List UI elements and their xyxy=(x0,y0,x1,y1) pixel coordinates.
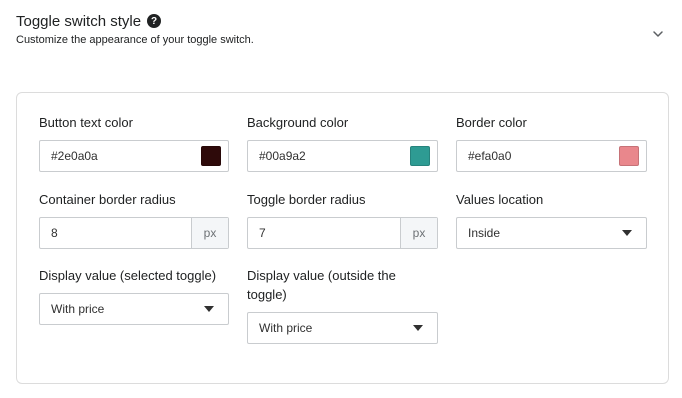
border-color-field: Border color xyxy=(456,113,646,132)
border-color-swatch[interactable] xyxy=(619,146,639,166)
display-value-selected-selected: With price xyxy=(51,302,105,316)
container-border-radius-field: Container border radius xyxy=(39,190,229,209)
display-value-outside-label-line2: toggle) xyxy=(247,287,287,302)
background-color-field: Background color xyxy=(247,113,437,132)
caret-down-icon xyxy=(622,230,632,236)
container-border-radius-value: 8 xyxy=(51,226,58,240)
display-value-selected-label: Display value (selected toggle) xyxy=(39,268,217,283)
chevron-down-icon[interactable] xyxy=(652,28,664,40)
toggle-border-radius-input[interactable]: 7 px xyxy=(247,217,438,249)
caret-down-icon xyxy=(204,306,214,312)
border-color-label: Border color xyxy=(456,115,527,130)
display-value-outside-field: Display value (outside the toggle) xyxy=(247,266,438,304)
display-value-selected-field: Display value (selected toggle) xyxy=(39,266,239,285)
settings-card: Button text color #2e0a0a Background col… xyxy=(16,92,669,384)
values-location-select[interactable]: Inside xyxy=(456,217,647,249)
values-location-selected: Inside xyxy=(468,226,501,240)
toggle-border-radius-label: Toggle border radius xyxy=(247,192,366,207)
button-text-color-value: #2e0a0a xyxy=(51,149,98,163)
toggle-border-radius-unit: px xyxy=(400,218,437,248)
button-text-color-input[interactable]: #2e0a0a xyxy=(39,140,229,172)
container-border-radius-input[interactable]: 8 px xyxy=(39,217,229,249)
button-text-color-label: Button text color xyxy=(39,115,133,130)
button-text-color-swatch[interactable] xyxy=(201,146,221,166)
values-location-label: Values location xyxy=(456,192,544,207)
question-circle-icon[interactable]: ? xyxy=(147,14,162,28)
toggle-border-radius-value: 7 xyxy=(259,226,266,240)
border-color-value: #efa0a0 xyxy=(468,149,512,163)
display-value-outside-selected: With price xyxy=(259,321,313,335)
section-title: Toggle switch style xyxy=(16,12,142,30)
title-row: Toggle switch style ? xyxy=(16,10,672,32)
background-color-swatch[interactable] xyxy=(410,146,430,166)
display-value-outside-label-line1: Display value (outside the xyxy=(247,268,396,283)
display-value-selected-select[interactable]: With price xyxy=(39,293,229,325)
border-color-input[interactable]: #efa0a0 xyxy=(456,140,647,172)
display-value-outside-select[interactable]: With price xyxy=(247,312,438,344)
background-color-value: #00a9a2 xyxy=(259,149,306,163)
container-border-radius-unit: px xyxy=(191,218,228,248)
caret-down-icon xyxy=(413,325,423,331)
background-color-label: Background color xyxy=(247,115,349,130)
container-border-radius-label: Container border radius xyxy=(39,192,176,207)
section-subtitle: Customize the appearance of your toggle … xyxy=(16,34,254,46)
background-color-input[interactable]: #00a9a2 xyxy=(247,140,438,172)
button-text-color-field: Button text color xyxy=(39,113,229,132)
section-header: Toggle switch style ? Customize the appe… xyxy=(16,10,672,50)
toggle-border-radius-field: Toggle border radius xyxy=(247,190,437,209)
values-location-field: Values location xyxy=(456,190,646,209)
